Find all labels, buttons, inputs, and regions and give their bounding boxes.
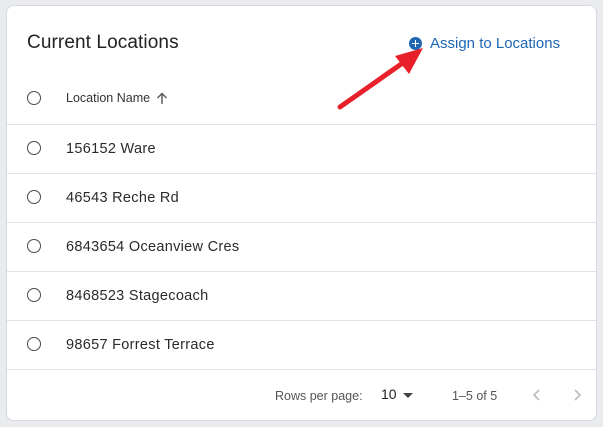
- table-row[interactable]: 46543 Reche Rd: [7, 174, 596, 223]
- caret-down-icon: [402, 392, 413, 398]
- chevron-right-icon[interactable]: [570, 388, 584, 402]
- pagination-range: 1–5 of 5: [452, 389, 498, 403]
- arrow-up-icon: [157, 92, 168, 104]
- assign-to-locations-label: Assign to Locations: [430, 35, 561, 52]
- location-name-cell: 156152 Ware: [66, 141, 156, 157]
- pagination-footer: Rows per page: 10 1–5 of 5: [7, 370, 596, 420]
- row-radio[interactable]: [27, 288, 41, 302]
- chevron-left-icon[interactable]: [530, 388, 544, 402]
- table-row[interactable]: 98657 Forrest Terrace: [7, 321, 596, 370]
- row-radio[interactable]: [27, 190, 41, 204]
- location-name-cell: 8468523 Stagecoach: [66, 288, 209, 304]
- rows-per-page-select[interactable]: 10: [381, 386, 413, 402]
- row-radio[interactable]: [27, 141, 41, 155]
- card-title: Current Locations: [27, 32, 179, 53]
- table-header: Location Name: [7, 80, 596, 125]
- current-locations-card: Current Locations Assign to Locations Lo…: [6, 5, 597, 421]
- location-name-column-header[interactable]: Location Name: [66, 91, 168, 105]
- column-header-label: Location Name: [66, 91, 151, 105]
- location-name-cell: 46543 Reche Rd: [66, 190, 180, 206]
- table-row[interactable]: 156152 Ware: [7, 125, 596, 174]
- card-header: Current Locations Assign to Locations: [7, 6, 596, 80]
- rows-per-page-value: 10: [381, 386, 397, 402]
- table-row[interactable]: 8468523 Stagecoach: [7, 272, 596, 321]
- row-radio[interactable]: [27, 239, 41, 253]
- location-name-cell: 6843654 Oceanview Cres: [66, 239, 240, 255]
- table-row[interactable]: 6843654 Oceanview Cres: [7, 223, 596, 272]
- rows-per-page-label: Rows per page:: [275, 389, 363, 403]
- row-radio[interactable]: [27, 337, 41, 351]
- location-name-cell: 98657 Forrest Terrace: [66, 337, 215, 353]
- select-all-radio[interactable]: [27, 91, 41, 105]
